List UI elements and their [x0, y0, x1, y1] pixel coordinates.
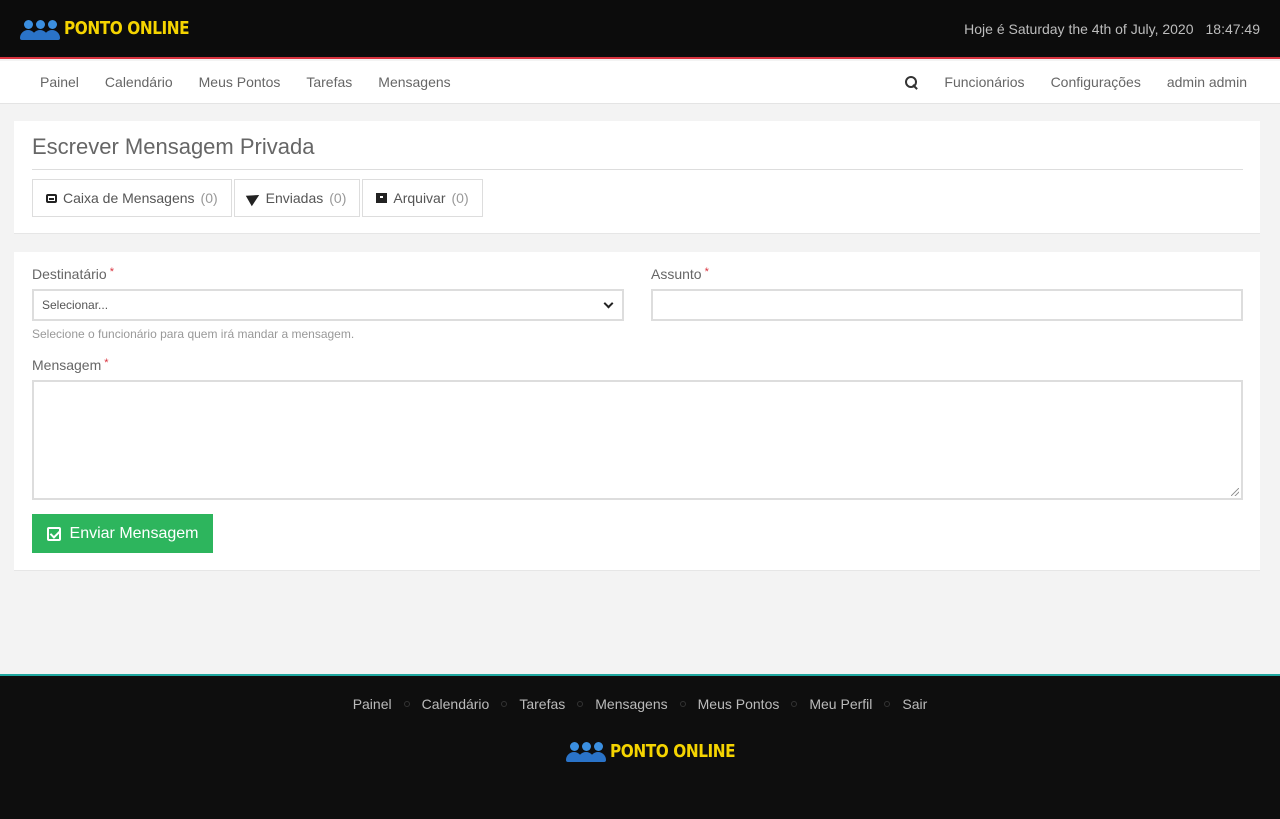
- recipient-select-value: Selecionar...: [42, 298, 109, 312]
- footer: Painel Calendário Tarefas Mensagens Meus…: [0, 674, 1280, 819]
- tab-archive-label: Arquivar: [393, 190, 446, 206]
- separator-dot: [791, 701, 798, 707]
- required-mark: *: [704, 266, 709, 278]
- footer-links: Painel Calendário Tarefas Mensagens Meus…: [0, 696, 1280, 712]
- recipient-label-text: Destinatário: [32, 266, 107, 282]
- separator-dot: [577, 701, 584, 707]
- footer-link-painel[interactable]: Painel: [353, 696, 392, 712]
- date-time: Hoje é Saturday the 4th of July, 2020 18…: [964, 21, 1260, 37]
- logo-text: PONTO ONLINE: [64, 18, 190, 39]
- users-icon: [20, 18, 60, 40]
- separator-dot: [884, 701, 891, 707]
- tab-archive-count: (0): [451, 190, 469, 206]
- footer-link-tarefas[interactable]: Tarefas: [519, 696, 565, 712]
- inbox-icon: [46, 193, 57, 203]
- send-message-label: Enviar Mensagem: [69, 524, 199, 542]
- nav-configuracoes[interactable]: Configurações: [1051, 74, 1141, 90]
- recipient-label: Destinatário *: [32, 266, 114, 282]
- nav-mensagens[interactable]: Mensagens: [378, 74, 450, 90]
- footer-link-sair[interactable]: Sair: [902, 696, 927, 712]
- time-text: 18:47:49: [1205, 20, 1261, 37]
- footer-link-mensagens[interactable]: Mensagens: [595, 696, 667, 712]
- subject-label: Assunto *: [651, 266, 709, 282]
- send-icon: [245, 189, 262, 207]
- nav-tarefas[interactable]: Tarefas: [306, 74, 352, 90]
- nav-user-menu[interactable]: admin admin: [1167, 74, 1247, 90]
- subject-input[interactable]: [651, 289, 1243, 321]
- tab-inbox-label: Caixa de Mensagens: [63, 190, 195, 206]
- chevron-down-icon: [603, 298, 614, 308]
- message-tabs: Caixa de Mensagens (0) Enviadas (0) Arqu…: [32, 179, 483, 217]
- subject-label-text: Assunto: [651, 266, 702, 282]
- archive-icon: [376, 193, 388, 203]
- message-label-text: Mensagem: [32, 357, 102, 373]
- footer-logo-text: PONTO ONLINE: [610, 740, 736, 762]
- tab-sent-count: (0): [329, 190, 347, 206]
- footer-link-meu-perfil[interactable]: Meu Perfil: [809, 696, 872, 712]
- compose-form: Destinatário * Selecionar... Selecione o …: [14, 252, 1260, 571]
- recipient-select[interactable]: Selecionar...: [32, 289, 624, 321]
- required-mark: *: [104, 357, 109, 369]
- separator-dot: [679, 701, 686, 707]
- footer-link-meus-pontos[interactable]: Meus Pontos: [698, 696, 780, 712]
- tab-inbox-count: (0): [200, 190, 218, 206]
- check-square-icon: [46, 526, 61, 541]
- date-text: Hoje é Saturday the 4th of July, 2020: [964, 20, 1194, 37]
- nav-funcionarios[interactable]: Funcionários: [944, 74, 1024, 90]
- tab-sent[interactable]: Enviadas (0): [233, 179, 361, 217]
- nav-calendario[interactable]: Calendário: [105, 74, 173, 90]
- resize-handle[interactable]: [1231, 488, 1239, 496]
- top-bar: PONTO ONLINE Hoje é Saturday the 4th of …: [0, 0, 1280, 59]
- divider: [32, 169, 1243, 170]
- logo[interactable]: PONTO ONLINE: [20, 18, 211, 40]
- recipient-help: Selecione o funcionário para quem irá ma…: [32, 327, 355, 341]
- message-textarea[interactable]: [32, 380, 1243, 500]
- footer-logo[interactable]: PONTO ONLINE: [566, 740, 757, 762]
- tab-inbox[interactable]: Caixa de Mensagens (0): [32, 179, 232, 217]
- page-title: Escrever Mensagem Privada: [32, 134, 315, 159]
- send-message-button[interactable]: Enviar Mensagem: [32, 514, 213, 553]
- nav-meus-pontos[interactable]: Meus Pontos: [199, 74, 281, 90]
- separator-dot: [501, 701, 508, 707]
- nav-painel[interactable]: Painel: [40, 74, 79, 90]
- separator-dot: [403, 701, 410, 707]
- required-mark: *: [109, 266, 114, 278]
- tab-sent-label: Enviadas: [265, 190, 324, 206]
- message-label: Mensagem *: [32, 357, 109, 373]
- main-nav: Painel Calendário Meus Pontos Tarefas Me…: [0, 61, 1280, 104]
- search-icon[interactable]: [904, 75, 918, 89]
- users-icon: [566, 740, 606, 762]
- header-panel: Escrever Mensagem Privada Caixa de Mensa…: [14, 121, 1260, 234]
- footer-link-calendario[interactable]: Calendário: [422, 696, 490, 712]
- tab-archive[interactable]: Arquivar (0): [362, 179, 483, 217]
